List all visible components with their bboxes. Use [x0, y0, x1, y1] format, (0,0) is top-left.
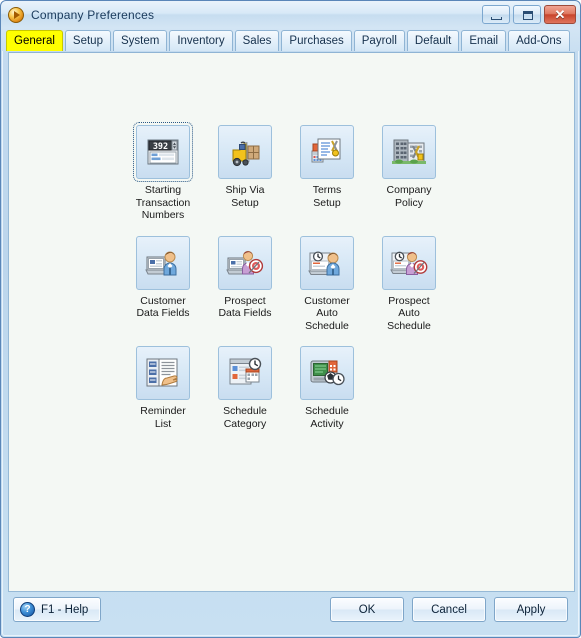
icon-item-label: Schedule Activity	[305, 405, 349, 430]
icon-item-schedule-category[interactable]: Schedule Category	[204, 346, 286, 430]
title-bar[interactable]: Company Preferences ✕	[1, 1, 580, 28]
ok-button[interactable]: OK	[330, 597, 404, 622]
schedule-category-icon[interactable]	[218, 346, 272, 400]
tab-label: Inventory	[177, 35, 225, 47]
icon-item-label: Company Policy	[386, 184, 432, 209]
icon-grid: 392 Starting Transaction Numbers Ship Vi…	[9, 53, 574, 591]
person-clock-target-icon[interactable]	[382, 235, 436, 290]
icon-row: Customer Data Fields Prospect Data Field…	[9, 222, 574, 333]
tab-label: Payroll	[361, 35, 397, 47]
tab-general[interactable]: General	[6, 30, 63, 51]
tab-label: Default	[414, 35, 452, 47]
window-controls: ✕	[482, 5, 576, 24]
forklift-icon[interactable]	[218, 125, 272, 179]
icon-item-customer-data-fields[interactable]: Customer Data Fields	[122, 235, 204, 333]
office-building-tools-icon[interactable]	[382, 125, 436, 179]
minimize-icon	[491, 17, 502, 20]
icon-item-label: Reminder List	[140, 405, 186, 430]
maximize-button[interactable]	[513, 5, 541, 24]
icon-item-label: Schedule Category	[223, 405, 267, 430]
icon-item-terms-setup[interactable]: Terms Setup	[286, 125, 368, 222]
question-mark-icon: ?	[20, 602, 35, 617]
tab-label: Add-Ons	[516, 35, 562, 47]
company-preferences-window: Company Preferences ✕ General Setup System…	[0, 0, 581, 638]
tab-default[interactable]: Default	[406, 30, 460, 51]
tab-add-ons[interactable]: Add-Ons	[508, 30, 570, 51]
tab-strip: General Setup System Inventory Sales Purchase…	[1, 28, 580, 51]
tab-sales[interactable]: Sales	[234, 30, 280, 51]
schedule-activity-icon[interactable]	[300, 346, 354, 400]
icon-item-label: Customer Auto Schedule	[304, 294, 350, 332]
icon-item-label: Starting Transaction Numbers	[135, 184, 191, 221]
close-icon: ✕	[554, 7, 566, 22]
document-tools-icon[interactable]	[300, 125, 354, 179]
maximize-icon	[523, 11, 533, 20]
window-title: Company Preferences	[31, 7, 155, 22]
person-computer-target-icon[interactable]	[218, 235, 272, 290]
help-button-label: F1 - Help	[41, 603, 89, 616]
person-clock-icon[interactable]	[300, 235, 354, 290]
reminder-list-hand-icon[interactable]	[136, 346, 190, 400]
icon-item-prospect-data-fields[interactable]: Prospect Data Fields	[204, 235, 286, 333]
person-computer-icon[interactable]	[136, 235, 190, 290]
icon-item-customer-auto-schedule[interactable]: Customer Auto Schedule	[286, 235, 368, 333]
icon-item-prospect-auto-schedule[interactable]: Prospect Auto Schedule	[368, 235, 450, 333]
icon-item-label: Customer Data Fields	[136, 294, 190, 320]
icon-item-reminder-list[interactable]: Reminder List	[122, 346, 204, 430]
tab-label: Purchases	[289, 35, 344, 47]
tab-label: Sales	[242, 35, 272, 47]
tab-label: Setup	[72, 35, 103, 47]
dialog-footer: ? F1 - Help OK Cancel Apply	[1, 597, 580, 637]
icon-item-label: Prospect Auto Schedule	[387, 294, 431, 332]
app-icon	[8, 6, 24, 23]
icon-item-label: Prospect Data Fields	[218, 294, 272, 320]
tab-label: General	[14, 35, 55, 47]
help-button[interactable]: ? F1 - Help	[13, 597, 102, 622]
icon-item-label: Ship Via Setup	[225, 184, 265, 209]
icon-item-schedule-activity[interactable]: Schedule Activity	[286, 346, 368, 430]
tab-payroll[interactable]: Payroll	[353, 30, 405, 51]
svg-text:392: 392	[153, 142, 168, 152]
icon-row: Reminder List Schedule Category Schedule…	[9, 332, 574, 430]
tab-email[interactable]: Email	[461, 30, 507, 51]
icon-item-company-policy[interactable]: Company Policy	[368, 125, 450, 222]
preferences-content-panel: 392 Starting Transaction Numbers Ship Vi…	[8, 52, 575, 592]
icon-item-ship-via-setup[interactable]: Ship Via Setup	[204, 125, 286, 222]
close-button[interactable]: ✕	[544, 5, 576, 24]
apply-button[interactable]: Apply	[494, 597, 568, 622]
tab-system[interactable]: System	[112, 30, 168, 51]
counter-numbers-icon[interactable]: 392	[133, 122, 193, 182]
icon-item-label: Terms Setup	[312, 184, 342, 209]
cancel-button[interactable]: Cancel	[412, 597, 486, 622]
tab-label: Email	[469, 35, 499, 47]
tab-purchases[interactable]: Purchases	[281, 30, 352, 51]
icon-row: 392 Starting Transaction Numbers Ship Vi…	[9, 53, 574, 222]
tab-inventory[interactable]: Inventory	[169, 30, 233, 51]
icon-item-starting-transaction-numbers[interactable]: 392 Starting Transaction Numbers	[122, 122, 204, 222]
minimize-button[interactable]	[482, 5, 510, 24]
tab-label: System	[120, 35, 160, 47]
tab-setup[interactable]: Setup	[64, 30, 111, 51]
